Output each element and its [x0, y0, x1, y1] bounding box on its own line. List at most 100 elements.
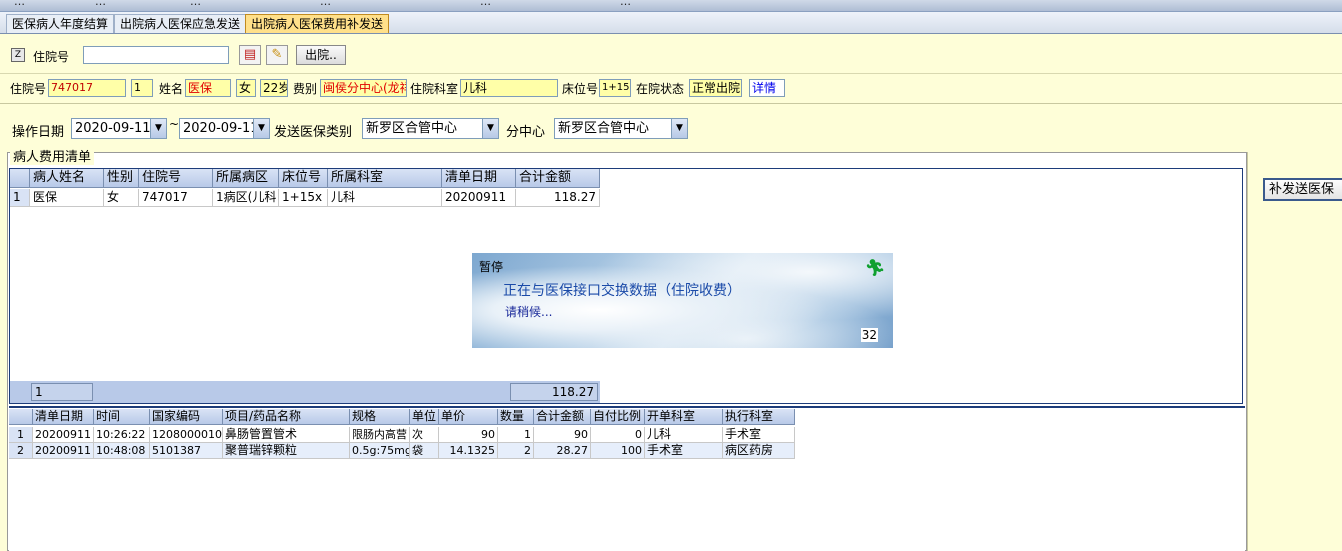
send-type-value: 新罗区合管中心	[366, 121, 458, 136]
chevron-down-icon[interactable]: ▼	[482, 119, 498, 138]
cell-unit[interactable]: 袋	[410, 443, 439, 459]
column-header[interactable]: 床位号	[279, 169, 328, 188]
cell-price[interactable]: 14.1325	[439, 443, 498, 459]
patient-fee-list-title: 病人费用清单	[10, 146, 95, 165]
column-header[interactable]: 所属病区	[213, 169, 279, 188]
cell-item[interactable]: 聚普瑞锌颗粒	[223, 443, 350, 459]
cell-amount[interactable]: 90	[534, 427, 591, 443]
cell-code[interactable]: 5101387	[150, 443, 223, 459]
popup-counter: 32	[860, 328, 878, 342]
column-header[interactable]: 住院号	[139, 169, 213, 188]
discharge-button[interactable]: 出院..	[296, 45, 346, 65]
column-header[interactable]: 规格	[350, 409, 410, 425]
clear-broom-icon[interactable]: ✎	[266, 45, 288, 65]
right-action-panel	[1247, 152, 1342, 551]
date-to-picker[interactable]: 2020-09-11 ▼	[179, 118, 270, 139]
toolbar-item[interactable]: …	[480, 0, 491, 8]
cell-exec-dept[interactable]: 手术室	[723, 427, 795, 443]
cell-time[interactable]: 10:26:22	[94, 427, 150, 443]
column-header[interactable]: 单位	[410, 409, 439, 425]
progress-popup: 暂停 🏃︎ 正在与医保接口交换数据（住院收费） 请稍候... 32	[472, 253, 893, 348]
chevron-down-icon[interactable]: ▼	[253, 119, 269, 138]
tab-bar: 医保病人年度结算 出院病人医保应急发送 出院病人医保费用补发送	[0, 12, 1342, 34]
fee-type-label: 费别	[293, 82, 318, 96]
cell-order-dept[interactable]: 手术室	[645, 443, 723, 459]
cell-amount[interactable]: 28.27	[534, 443, 591, 459]
column-header[interactable]: 开单科室	[645, 409, 723, 425]
admission-no-search-input[interactable]	[83, 46, 229, 64]
toolbar-item[interactable]: …	[620, 0, 631, 8]
cell-time[interactable]: 10:48:08	[94, 443, 150, 459]
cell-admission-no[interactable]: 747017	[139, 189, 213, 207]
date-from-picker[interactable]: 2020-09-11 ▼	[71, 118, 167, 139]
cell-qty[interactable]: 2	[498, 443, 534, 459]
subcenter-select[interactable]: 新罗区合管中心 ▼	[554, 118, 688, 139]
cell-ward[interactable]: 1病区(儿科	[213, 189, 279, 207]
column-header[interactable]: 执行科室	[723, 409, 795, 425]
running-man-icon: 🏃︎	[864, 258, 885, 277]
bed-field: 1+15x	[599, 79, 631, 97]
chevron-down-icon[interactable]: ▼	[671, 119, 687, 138]
tab-fee-resend[interactable]: 出院病人医保费用补发送	[245, 14, 390, 33]
cell-item[interactable]: 鼻肠管置管术	[223, 427, 350, 443]
cell-self-ratio[interactable]: 100	[591, 443, 645, 459]
age-field: 22岁	[260, 79, 288, 97]
card-reader-icon[interactable]: ▤	[239, 45, 261, 65]
column-header[interactable]: 项目/药品名称	[223, 409, 350, 425]
column-header[interactable]: 数量	[498, 409, 534, 425]
cell-order-dept[interactable]: 儿科	[645, 427, 723, 443]
cell-unit[interactable]: 次	[410, 427, 439, 443]
top-toolbar-strip: … … … … … …	[0, 0, 1342, 12]
toolbar-item[interactable]: …	[320, 0, 331, 8]
row-index[interactable]: 1	[10, 189, 30, 207]
cell-price[interactable]: 90	[439, 427, 498, 443]
mode-toggle-button[interactable]: Z	[11, 48, 25, 62]
column-header[interactable]: 单价	[439, 409, 498, 425]
dept-field: 儿科	[460, 79, 558, 97]
cell-total[interactable]: 118.27	[516, 189, 600, 207]
column-header[interactable]: 自付比例	[591, 409, 645, 425]
column-header[interactable]: 性别	[104, 169, 139, 188]
column-header[interactable]: 国家编码	[150, 409, 223, 425]
cell-dept[interactable]: 儿科	[328, 189, 442, 207]
fee-detail-grid[interactable]: 清单日期 时间 国家编码 项目/药品名称 规格 单位 单价 数量 合计金额 自付…	[9, 406, 1245, 551]
cell-exec-dept[interactable]: 病区药房	[723, 443, 795, 459]
cell-date[interactable]: 20200911	[33, 443, 94, 459]
grid-corner	[10, 169, 30, 188]
column-header[interactable]: 时间	[94, 409, 150, 425]
sex-field: 女	[236, 79, 256, 97]
cell-self-ratio[interactable]: 0	[591, 427, 645, 443]
row-index[interactable]: 2	[9, 443, 33, 459]
resend-insurance-button[interactable]: 补发送医保	[1263, 178, 1342, 201]
row-index[interactable]: 1	[9, 427, 33, 443]
detail-link[interactable]: 详情	[749, 79, 785, 97]
column-header[interactable]: 合计金额	[534, 409, 591, 425]
tab-emergency-send[interactable]: 出院病人医保应急发送	[114, 14, 247, 33]
column-header[interactable]: 合计金额	[516, 169, 600, 188]
cell-spec[interactable]: 0.5g:75mg	[350, 443, 410, 459]
cell-date[interactable]: 20200911	[33, 427, 94, 443]
tab-annual-settlement[interactable]: 医保病人年度结算	[6, 14, 115, 33]
toolbar-item[interactable]: …	[14, 0, 25, 8]
subcenter-value: 新罗区合管中心	[558, 121, 650, 136]
date-to-value: 2020-09-11	[183, 121, 259, 136]
toolbar-item[interactable]: …	[190, 0, 201, 8]
cell-patient-name[interactable]: 医保	[30, 189, 104, 207]
send-type-select[interactable]: 新罗区合管中心 ▼	[362, 118, 499, 139]
column-header[interactable]: 清单日期	[442, 169, 516, 188]
cell-list-date[interactable]: 20200911	[442, 189, 516, 207]
chevron-down-icon[interactable]: ▼	[150, 119, 166, 138]
cell-code[interactable]: 12080000103	[150, 427, 223, 443]
column-header[interactable]: 清单日期	[33, 409, 94, 425]
toolbar-item[interactable]: …	[95, 0, 106, 8]
cell-bed[interactable]: 1+15x	[279, 189, 328, 207]
column-header[interactable]: 所属科室	[328, 169, 442, 188]
cell-qty[interactable]: 1	[498, 427, 534, 443]
patient-info-bar: 住院号 747017 1 姓名 医保 女 22岁 费别 闽侯分中心(龙祥 住院科…	[0, 74, 1342, 104]
grid-corner	[9, 409, 33, 425]
cell-spec[interactable]: 限肠内高营	[350, 427, 410, 443]
cell-sex[interactable]: 女	[104, 189, 139, 207]
popup-message: 正在与医保接口交换数据（住院收费）	[503, 283, 741, 299]
send-type-label: 发送医保类别	[274, 125, 353, 140]
column-header[interactable]: 病人姓名	[30, 169, 104, 188]
